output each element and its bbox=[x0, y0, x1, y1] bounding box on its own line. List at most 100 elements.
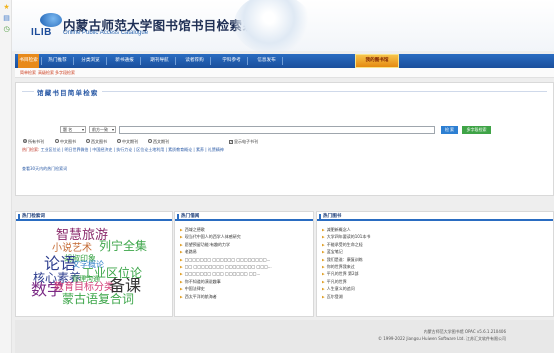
history-icon[interactable]: ◷ bbox=[3, 26, 10, 33]
ebook-checkbox-label: 显示电子书刊 bbox=[234, 139, 258, 144]
bullet-arrow-icon: ▶ bbox=[322, 250, 325, 255]
doc-type-radio-4[interactable]: 中文期刊 bbox=[117, 139, 138, 145]
list-item[interactable]: ▶ □□ □□□□□□□□ □□□□□□□□ □□□... bbox=[180, 263, 310, 270]
hot-books-title: 热门图书 bbox=[323, 214, 342, 219]
list-item[interactable]: ▶ 你不知道的演说趣事 bbox=[180, 278, 310, 285]
list-item[interactable]: ▶ 平凡的世界 bbox=[322, 278, 550, 285]
list-item-title: □□ □□□□□□□□ □□□□□□□□ □□□... bbox=[184, 263, 272, 269]
nav-tab-3[interactable]: 分类浏览 bbox=[77, 54, 104, 68]
nav-separator bbox=[106, 57, 107, 65]
hot-search-title: 热门检索词 bbox=[22, 214, 45, 219]
subnav-item-1[interactable]: 简单检索 bbox=[20, 68, 36, 78]
list-item[interactable]: ▶ 西域之德歌 bbox=[180, 226, 310, 233]
bullet-arrow-icon: ▶ bbox=[322, 235, 325, 240]
match-mode-select-value: 前方一致 bbox=[92, 127, 108, 132]
hot-borrow-box: 热门借阅 ▶ 西域之德歌 ▶ 现当代中国人的西学人体感研究 ▶ 愿望预留功能:有趣的力学 ▶… bbox=[174, 211, 314, 317]
list-item-title: □□□□□□□ □□□□□□ □□□□□□□□... bbox=[184, 256, 271, 262]
list-item[interactable]: ▶ 中国法律史 bbox=[180, 285, 310, 292]
hot-books-header: 热门图书 bbox=[317, 212, 553, 221]
footer-copyright: © 1999-2022 Jiangsu Huiwen Software Ltd.… bbox=[377, 336, 506, 341]
list-item[interactable]: ▶ 现当代中国人的西学人体感研究 bbox=[180, 233, 310, 240]
keyword-cloud-word[interactable]: 小说艺术 bbox=[52, 244, 92, 254]
bullet-arrow-icon: ▶ bbox=[180, 272, 183, 277]
list-item[interactable]: ▶ 大学四年要读的101本书 bbox=[322, 233, 550, 240]
nav-tab-6[interactable]: 读者荐购 bbox=[181, 54, 208, 68]
doc-type-radio-1[interactable]: 所有书刊 bbox=[23, 139, 44, 145]
list-item[interactable]: ▶ 西太平洋的航海者 bbox=[180, 293, 310, 300]
checkbox-icon: ✓ bbox=[229, 140, 233, 145]
list-item[interactable]: ▶ 老路易 bbox=[180, 248, 310, 255]
nav-separator bbox=[247, 57, 248, 65]
list-item[interactable]: ▶ 人生意义的追问 bbox=[322, 285, 550, 292]
list-item-title: 大学四年要读的101本书 bbox=[326, 234, 371, 240]
list-item[interactable]: ▶ □□□□□□□ □□□ □□□□□□ □□... bbox=[180, 270, 310, 277]
list-item[interactable]: ▶ 愿望预留功能:有趣的力学 bbox=[180, 241, 310, 248]
list-item[interactable]: ▶ 平凡的世界 第2部 bbox=[322, 270, 550, 277]
search-input[interactable] bbox=[119, 126, 435, 134]
list-item[interactable]: ▶ □□□□□□□ □□□□□□ □□□□□□□□... bbox=[180, 256, 310, 263]
list-item[interactable]: ▶ 蓝宝笔记 bbox=[322, 248, 550, 255]
list-item-title: □□□□□□□ □□□ □□□□□□ □□... bbox=[184, 271, 261, 277]
hot-keywords-links[interactable]: 工业区位论 | 明日世界微伯 | 中国经济史 | 执行力论 | 区位论土地利用 … bbox=[41, 147, 224, 152]
search-button[interactable]: 检 索 bbox=[441, 126, 458, 134]
header-accent-bar bbox=[177, 214, 179, 219]
ebook-checkbox[interactable]: ✓显示电子书刊 bbox=[229, 139, 258, 145]
keyword-cloud-word[interactable]: 列宁全集 bbox=[99, 240, 147, 252]
site-footer: 内蒙古师范大学图书馆 OPAC v5.6.1.210406 © 1999-202… bbox=[15, 320, 554, 353]
doc-type-radio-5[interactable]: 西文期刊 bbox=[148, 139, 169, 145]
nav-tab-7[interactable]: 学科参考 bbox=[218, 54, 245, 68]
list-item-title: 不能承受的生命之轻 bbox=[326, 241, 363, 247]
nav-tab-5[interactable]: 期刊导航 bbox=[146, 54, 173, 68]
site-header: ILIB 内蒙古师范大学图书馆书目检索系统 Online Public Acce… bbox=[12, 0, 554, 54]
nav-separator bbox=[41, 57, 42, 65]
recent-hot-keywords-link[interactable]: 查看30天内的热门检索词 bbox=[22, 166, 67, 172]
hot-borrow-list: ▶ 西域之德歌 ▶ 现当代中国人的西学人体感研究 ▶ 愿望预留功能:有趣的力学 ▶ 老路易 ▶ □… bbox=[180, 226, 310, 300]
bullet-arrow-icon: ▶ bbox=[180, 257, 183, 262]
subnav-item-3[interactable]: 多字段检索 bbox=[55, 68, 75, 78]
list-item-title: 我们是谁：康复训练 bbox=[326, 256, 363, 262]
list-item[interactable]: ▶ 减肥新概念人 bbox=[322, 226, 550, 233]
sub-nav: 简单检索 高级检索 多字段检索 bbox=[15, 68, 554, 78]
bullet-arrow-icon: ▶ bbox=[322, 272, 325, 277]
keyword-cloud-word[interactable]: 蒙古语复合词 bbox=[62, 293, 134, 305]
subnav-item-2[interactable]: 高级检索 bbox=[38, 68, 54, 78]
nav-tab-2[interactable]: 热门推荐 bbox=[44, 54, 71, 68]
list-item[interactable]: ▶ 你的世界我来过 bbox=[322, 263, 550, 270]
chevron-down-icon: ▾ bbox=[111, 127, 114, 132]
nav-separator bbox=[175, 57, 176, 65]
multi-field-search-button[interactable]: 多字段检索 bbox=[462, 126, 491, 134]
hot-books-list: ▶ 减肥新概念人 ▶ 大学四年要读的101本书 ▶ 不能承受的生命之轻 ▶ 蓝宝笔记 ▶ 我们是谁… bbox=[322, 226, 550, 300]
bookmark-icon[interactable]: ▤ bbox=[3, 15, 10, 22]
hot-search-header: 热门检索词 bbox=[16, 212, 172, 221]
list-item-title: 瓦尔登湖 bbox=[326, 293, 343, 299]
nav-tab-4[interactable]: 新书通报 bbox=[111, 54, 138, 68]
doc-type-radio-3[interactable]: 西文图书 bbox=[86, 139, 107, 145]
bullet-arrow-icon: ▶ bbox=[180, 287, 183, 292]
search-field-select[interactable]: 题 名 ▾ bbox=[60, 126, 86, 133]
doc-type-label: 西文图书 bbox=[91, 139, 107, 144]
list-item-title: 平凡的世界 第2部 bbox=[326, 271, 359, 277]
chevron-down-icon: ▾ bbox=[81, 127, 84, 132]
nav-tab-9[interactable]: 我的图书馆 bbox=[355, 54, 399, 68]
list-item[interactable]: ▶ 瓦尔登湖 bbox=[322, 293, 550, 300]
hot-search-box: 热门检索词 智慧旅游 小说艺术 列宁全集 胡椒印象 论语 文学概论 工业区位论 核心素养 管理沟… bbox=[15, 211, 173, 317]
nav-separator bbox=[140, 57, 141, 65]
hot-books-box: 热门图书 ▶ 减肥新概念人 ▶ 大学四年要读的101本书 ▶ 不能承受的生命之轻 ▶ 蓝宝笔记… bbox=[316, 211, 554, 317]
list-item[interactable]: ▶ 我们是谁：康复训练 bbox=[322, 256, 550, 263]
hot-keywords-label: 热门检索: bbox=[22, 147, 40, 152]
list-item-title: 你不知道的演说趣事 bbox=[184, 278, 221, 284]
doc-type-label: 中文图书 bbox=[60, 139, 76, 144]
doc-type-radio-2[interactable]: 中文图书 bbox=[55, 139, 76, 145]
nav-tab-1[interactable]: 书目检索 bbox=[18, 54, 39, 68]
globe-watermark-icon bbox=[234, 0, 312, 54]
list-item-title: 愿望预留功能:有趣的力学 bbox=[184, 241, 231, 247]
list-item[interactable]: ▶ 不能承受的生命之轻 bbox=[322, 241, 550, 248]
nav-tab-8[interactable]: 信息发布 bbox=[253, 54, 280, 68]
star-icon[interactable]: ★ bbox=[3, 4, 10, 11]
list-item-title: 现当代中国人的西学人体感研究 bbox=[184, 234, 241, 240]
site-subtitle: Online Public Access Catalogue bbox=[63, 30, 149, 36]
doc-type-label: 西文期刊 bbox=[153, 139, 169, 144]
globe-logo-icon bbox=[40, 13, 62, 27]
match-mode-select[interactable]: 前方一致 ▾ bbox=[89, 126, 116, 133]
list-item-title: 西域之德歌 bbox=[184, 227, 205, 232]
